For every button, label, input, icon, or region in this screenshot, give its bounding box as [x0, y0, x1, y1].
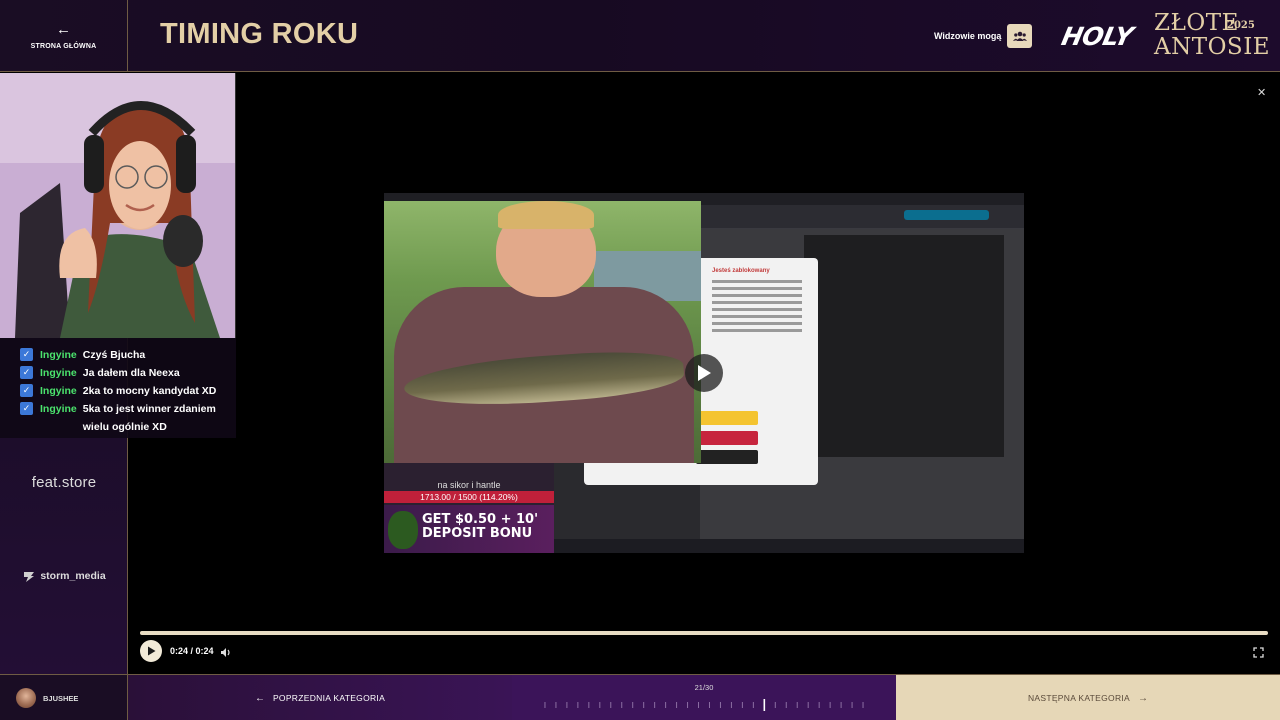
- play-icon: [147, 646, 155, 656]
- play-button[interactable]: [140, 640, 162, 662]
- video-person: [804, 235, 1004, 457]
- video-goal-overlay: na sikor i hantle 1713.00 / 1500 (114.20…: [384, 463, 554, 553]
- chat-text: 2ka to mocny kandydat XD: [82, 385, 217, 397]
- viewers-button[interactable]: [1007, 24, 1033, 48]
- bottom-bar: BJUSHEE ← POPRZEDNIA KATEGORIA 21/30 NAS…: [0, 674, 1280, 720]
- center-play-button[interactable]: [685, 354, 723, 392]
- volume-icon[interactable]: [220, 645, 232, 663]
- storm-icon: [24, 572, 35, 582]
- arrow-left-icon: ←: [56, 20, 71, 38]
- previous-category-button[interactable]: ← POPRZEDNIA KATEGORIA: [128, 675, 512, 720]
- goal-caption: na sikor i hantle: [437, 480, 501, 490]
- ad-banner: GET $0.50 + 10' DEPOSIT BONU: [384, 505, 554, 553]
- chat-message: ✓ Ingyine 2ka to mocny kandydat XD: [20, 382, 236, 400]
- chat-text: Czyś Bjucha: [82, 349, 146, 361]
- goal-progress: 1713.00 / 1500 (114.20%): [384, 491, 554, 503]
- sponsor-storm-label: storm_media: [40, 570, 106, 582]
- brand-year: 2025: [1227, 20, 1255, 31]
- viewers-label: Widzowie mogą: [934, 31, 1002, 41]
- check-badge-icon: ✓: [20, 384, 33, 397]
- avatar: [16, 688, 36, 708]
- video-photo: [384, 201, 701, 463]
- next-category-label: NASTĘPNA KATEGORIA: [1027, 693, 1131, 703]
- check-badge-icon: ✓: [20, 366, 33, 379]
- category-counter: 21/30: [694, 683, 714, 692]
- users-icon: [1012, 31, 1027, 41]
- top-bar: ← STRONA GŁÓWNA TIMING ROKU Widzowie mog…: [0, 0, 1280, 72]
- chat-message: ✓ Ingyine Czyś Bjucha: [20, 346, 236, 364]
- viewers-control: Widzowie mogą: [934, 24, 1033, 48]
- user-profile[interactable]: BJUSHEE: [0, 675, 128, 720]
- event-logo: HOLY ZŁOTE ANTOSIE 2025: [1058, 11, 1270, 60]
- chat-username: Ingyine: [40, 349, 77, 361]
- username: BJUSHEE: [43, 693, 79, 703]
- category-progress: 21/30: [512, 675, 896, 720]
- webcam-image: [0, 73, 235, 338]
- chat-message: ✓ Ingyine Ja dałem dla Neexa: [20, 364, 236, 382]
- sponsor-stormmedia-logo: storm_media: [0, 569, 128, 583]
- play-icon: [698, 365, 711, 381]
- streamer-webcam: [0, 73, 236, 338]
- chat-username: Ingyine: [40, 403, 77, 415]
- category-ticks: [544, 699, 864, 711]
- arrow-left-icon: ←: [254, 692, 265, 704]
- home-button[interactable]: ← STRONA GŁÓWNA: [0, 0, 128, 72]
- check-badge-icon: ✓: [20, 348, 33, 361]
- previous-category-label: POPRZEDNIA KATEGORIA: [272, 693, 386, 703]
- time-display: 0:24 / 0:24: [170, 646, 214, 656]
- brand-holy: HOLY: [1058, 22, 1136, 51]
- chat-username: Ingyine: [40, 367, 77, 379]
- check-badge-icon: ✓: [20, 402, 33, 415]
- ad-text: GET $0.50 + 10' DEPOSIT BONU: [422, 512, 539, 541]
- chat-text: 5ka to jest winner zdaniem wielu ogólnie…: [82, 403, 216, 433]
- arrow-right-icon: →: [1138, 692, 1149, 704]
- next-category-button[interactable]: NASTĘPNA KATEGORIA →: [896, 675, 1280, 720]
- chat-message: ✓ Ingyine 5ka to jest winner zdaniem wie…: [20, 400, 236, 436]
- brand-event: ZŁOTE ANTOSIE: [1154, 10, 1271, 60]
- page-title: TIMING ROKU: [160, 18, 359, 50]
- close-icon[interactable]: ✕: [1257, 86, 1266, 99]
- video-dialog-title: Jesteś zablokowany: [712, 268, 770, 274]
- seek-bar[interactable]: [140, 631, 1268, 635]
- sponsor-featstore-logo: feat.store: [31, 474, 97, 491]
- chat-text: Ja dałem dla Neexa: [82, 367, 180, 379]
- chat-overlay: ✓ Ingyine Czyś Bjucha ✓ Ingyine Ja dałem…: [0, 338, 236, 438]
- video-taskbar: [554, 539, 1024, 553]
- home-label: STRONA GŁÓWNA: [30, 42, 97, 50]
- chat-username: Ingyine: [40, 385, 77, 397]
- fullscreen-icon[interactable]: [1253, 645, 1264, 663]
